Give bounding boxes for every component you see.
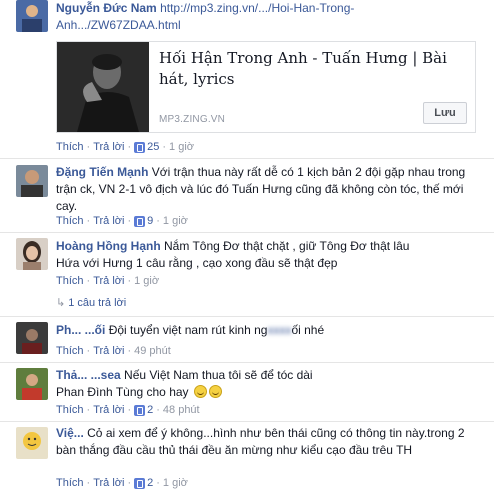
reply-link[interactable]: Trả lời [93,275,124,287]
comment-author[interactable]: Thả... ...sea [56,368,121,382]
avatar-image [16,238,48,270]
like-icon [134,404,146,416]
divider [0,362,494,363]
like-count[interactable]: 2 [147,404,153,416]
comment-actions: Thích · Trả lời · 2 · 48 phút [56,403,200,417]
like-count[interactable]: 9 [147,215,153,227]
avatar-image [16,322,48,354]
comment-author[interactable]: Hoàng Hồng Hạnh [56,239,161,253]
like-link[interactable]: Thích [56,404,84,416]
comment-actions: Thích · Trả lời · 1 giờ [56,274,160,288]
comment-time[interactable]: 1 giờ [163,476,188,490]
card-thumbnail [57,42,149,132]
reply-count-label[interactable]: 1 câu trả lời [68,297,126,309]
link-preview-card[interactable]: Hối Hận Trong Anh - Tuấn Hưng | Bài hát,… [56,41,476,133]
like-link[interactable]: Thích [56,275,84,287]
comment-body: Nguyễn Đức Nam http://mp3.zing.vn/.../Ho… [56,0,486,34]
comment-actions: Thích · Trả lời · 2 · 1 giờ [56,476,188,490]
avatar[interactable] [16,238,48,270]
avatar-image [16,165,48,197]
reply-arrow-icon: ↳ [56,297,66,309]
comment-time[interactable]: 1 giờ [163,214,188,228]
emoji-icon [193,385,207,398]
avatar[interactable] [16,427,48,459]
reply-link[interactable]: Trả lời [93,404,124,416]
like-icon [134,215,146,227]
comment-text: ối nhé [291,323,325,337]
view-replies[interactable]: ↳ 1 câu trả lời [56,296,126,309]
emoji-icon [208,385,222,398]
like-count[interactable]: 2 [147,477,153,489]
like-link[interactable]: Thích [56,345,84,357]
comment-time[interactable]: 1 giờ [169,140,194,154]
card-domain: MP3.ZING.VN [159,114,226,125]
reply-link[interactable]: Trả lời [93,345,124,357]
save-button[interactable]: Lưu [423,102,467,124]
comment-actions: Thích · Trả lời · 49 phút [56,344,171,358]
avatar-image [16,0,48,32]
like-icon [134,141,146,153]
comment-text-line: Nếu Việt Nam thua tôi sẽ để tóc dài [124,368,313,382]
comment-text: Đội tuyển việt nam rút kinh ng [108,323,268,337]
comment-body: Hoàng Hồng Hạnh Nắm Tông Đơ thật chặt , … [56,238,486,272]
avatar-image [16,427,48,459]
avatar[interactable] [16,165,48,197]
comment-body: Đặng Tiến Mạnh Với trận thua này rất dễ … [56,164,486,215]
reply-link[interactable]: Trả lời [93,215,124,227]
avatar-image [16,368,48,400]
card-title[interactable]: Hối Hận Trong Anh - Tuấn Hưng | Bài hát,… [159,48,469,90]
comment-text-line: Hứa với Hưng 1 câu rằng , cạo xong đầu s… [56,256,338,270]
comment-text-line: Nắm Tông Đơ thật chặt , giữ Tông Đơ thật… [164,239,410,253]
avatar[interactable] [16,0,48,32]
comment-actions: Thích · Trả lời · 25 · 1 giờ [56,140,194,154]
comment-author[interactable]: Đặng Tiến Mạnh [56,165,148,179]
like-link[interactable]: Thích [56,477,84,489]
divider [0,158,494,159]
comment-actions: Thích · Trả lời · 9 · 1 giờ [56,214,188,228]
divider [0,232,494,233]
avatar[interactable] [16,322,48,354]
divider [0,316,494,317]
comment-link[interactable]: http://mp3.zing.vn/.../Hoi-Han-Trong- [160,1,354,15]
comment-text-line: Phan Đình Tùng cho hay [56,385,189,399]
comment-body: Ph... ...ối Đội tuyển việt nam rút kinh … [56,322,486,339]
comment-text: Cỏ ai xem để ý không...hình như bên thái… [56,426,465,457]
comment-time[interactable]: 1 giờ [134,274,159,288]
reply-link[interactable]: Trả lời [93,141,124,153]
comment-author[interactable]: Việ... [56,426,84,440]
comment-author[interactable]: Nguyễn Đức Nam [56,1,157,15]
redacted-text: xxxx [267,323,292,337]
comment-time[interactable]: 49 phút [134,344,171,358]
comment-author[interactable]: Ph... ...ối [56,323,105,337]
like-link[interactable]: Thích [56,141,84,153]
reply-link[interactable]: Trả lời [93,477,124,489]
comment-link-continued[interactable]: Anh.../ZW67ZDAA.html [56,18,181,32]
like-count[interactable]: 25 [147,141,159,153]
comment-body: Việ... Cỏ ai xem để ý không...hình như b… [56,425,486,459]
avatar[interactable] [16,368,48,400]
comment-body: Thả... ...sea Nếu Việt Nam thua tôi sẽ đ… [56,367,486,401]
divider [0,421,494,422]
like-icon [134,477,146,489]
comment-time[interactable]: 48 phút [163,403,200,417]
like-link[interactable]: Thích [56,215,84,227]
